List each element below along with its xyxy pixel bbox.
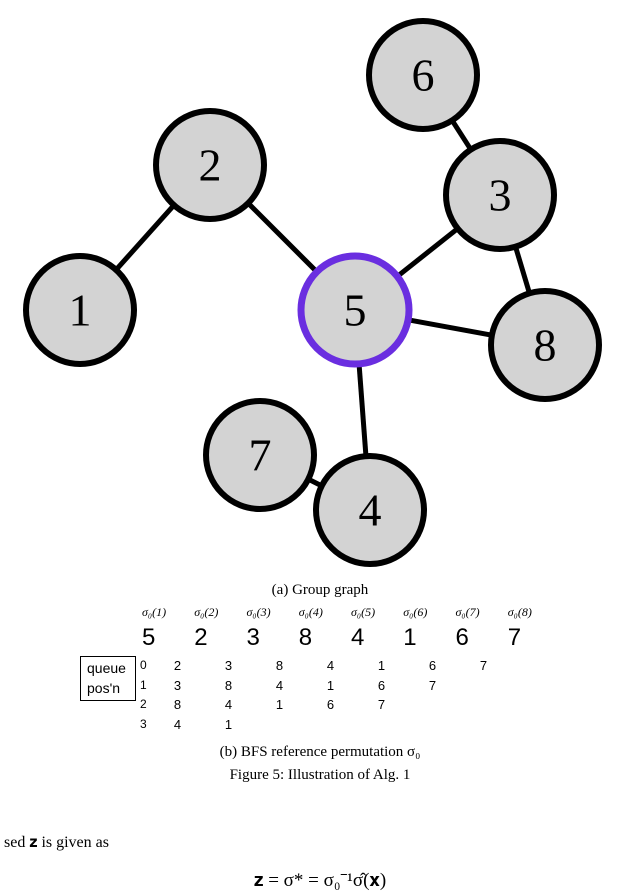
queue-cell	[356, 715, 407, 735]
graph-node-label-7: 7	[249, 430, 272, 481]
queue-cell: 1	[356, 656, 407, 676]
sigma-header-5: σ₀(5)	[351, 605, 403, 620]
sigma-header-6: σ₀(6)	[403, 605, 455, 620]
queue-cell: 2	[152, 656, 203, 676]
queue-cell	[458, 676, 509, 696]
queue-cell: 1	[203, 715, 254, 735]
sigma-value-7: 6	[456, 624, 508, 652]
sigma-header-2: σ₀(2)	[194, 605, 246, 620]
sigma-header-row: σ₀(1)σ₀(2)σ₀(3)σ₀(4)σ₀(5)σ₀(6)σ₀(7)σ₀(8)	[142, 605, 560, 620]
graph-node-label-3: 3	[489, 170, 512, 221]
queue-label-line1: queue	[87, 659, 129, 679]
sigma-value-1: 5	[142, 624, 194, 652]
graph-node-label-8: 8	[534, 320, 557, 371]
queue-cell: 8	[203, 676, 254, 696]
queue-cell	[509, 695, 560, 715]
group-graph: 1 2 3 4 5 6 7 8	[0, 0, 640, 580]
bfs-table: σ₀(1)σ₀(2)σ₀(3)σ₀(4)σ₀(5)σ₀(6)σ₀(7)σ₀(8)…	[0, 605, 640, 734]
caption-b: (b) BFS reference permutation σ₀	[0, 744, 640, 761]
edge	[452, 120, 471, 149]
queue-cell: 8	[254, 656, 305, 676]
sigma-header-1: σ₀(1)	[142, 605, 194, 620]
queue-cell: 6	[407, 656, 458, 676]
queue-cell: 1	[305, 676, 356, 696]
edge	[516, 247, 530, 294]
queue-cell	[458, 695, 509, 715]
queue-row: 284167	[140, 695, 560, 715]
queue-cell: 4	[254, 676, 305, 696]
edge	[397, 229, 457, 277]
graph-node-label-5: 5	[344, 285, 367, 336]
edge	[408, 320, 492, 335]
queue-row-index: 2	[140, 695, 152, 715]
queue-cell	[305, 715, 356, 735]
queue-row: 341	[140, 715, 560, 735]
queue-label-line2: pos'n	[87, 679, 129, 699]
queue-cell	[509, 656, 560, 676]
queue-cell	[509, 715, 560, 735]
sigma-value-5: 4	[351, 624, 403, 652]
queue-cell	[254, 715, 305, 735]
graph-node-label-1: 1	[69, 285, 92, 336]
formula: 𝐳 = σ* = σ₀⁻¹σ̂(𝐱)	[0, 870, 640, 892]
queue-cell: 4	[152, 715, 203, 735]
edge	[116, 205, 174, 270]
queue-row: 1384167	[140, 676, 560, 696]
edge	[359, 364, 366, 456]
queue-cell: 3	[203, 656, 254, 676]
queue-row-index: 0	[140, 656, 152, 676]
figure-caption: Figure 5: Illustration of Alg. 1	[0, 767, 640, 784]
sigma-value-3: 3	[247, 624, 299, 652]
sigma-value-4: 8	[299, 624, 351, 652]
queue-cell: 3	[152, 676, 203, 696]
queue-cell	[407, 715, 458, 735]
queue-cell: 6	[356, 676, 407, 696]
sigma-header-8: σ₀(8)	[508, 605, 560, 620]
queue-cell: 1	[254, 695, 305, 715]
graph-node-label-6: 6	[412, 50, 435, 101]
queue-cell: 7	[407, 676, 458, 696]
queue-section: queue pos'n 023841671384167284167341	[80, 656, 560, 734]
sigma-value-2: 2	[194, 624, 246, 652]
sigma-value-6: 1	[403, 624, 455, 652]
body-text-snippet: sed 𝐳 is given as	[0, 834, 640, 852]
graph-node-label-4: 4	[359, 485, 382, 536]
sigma-value-8: 7	[508, 624, 560, 652]
sigma-header-4: σ₀(4)	[299, 605, 351, 620]
sigma-header-7: σ₀(7)	[456, 605, 508, 620]
queue-rows: 023841671384167284167341	[140, 656, 560, 734]
sigma-header-3: σ₀(3)	[247, 605, 299, 620]
queue-cell	[509, 676, 560, 696]
queue-row-index: 3	[140, 715, 152, 735]
queue-cell: 7	[458, 656, 509, 676]
caption-a: (a) Group graph	[0, 582, 640, 599]
queue-label-box: queue pos'n	[80, 656, 136, 701]
queue-row-index: 1	[140, 676, 152, 696]
sigma-value-row: 52384167	[142, 624, 560, 652]
queue-cell	[458, 715, 509, 735]
edge	[248, 203, 317, 272]
queue-cell: 4	[203, 695, 254, 715]
graph-node-label-2: 2	[199, 140, 222, 191]
queue-cell: 4	[305, 656, 356, 676]
queue-cell	[407, 695, 458, 715]
queue-cell: 6	[305, 695, 356, 715]
queue-row: 02384167	[140, 656, 560, 676]
queue-cell: 8	[152, 695, 203, 715]
queue-cell: 7	[356, 695, 407, 715]
